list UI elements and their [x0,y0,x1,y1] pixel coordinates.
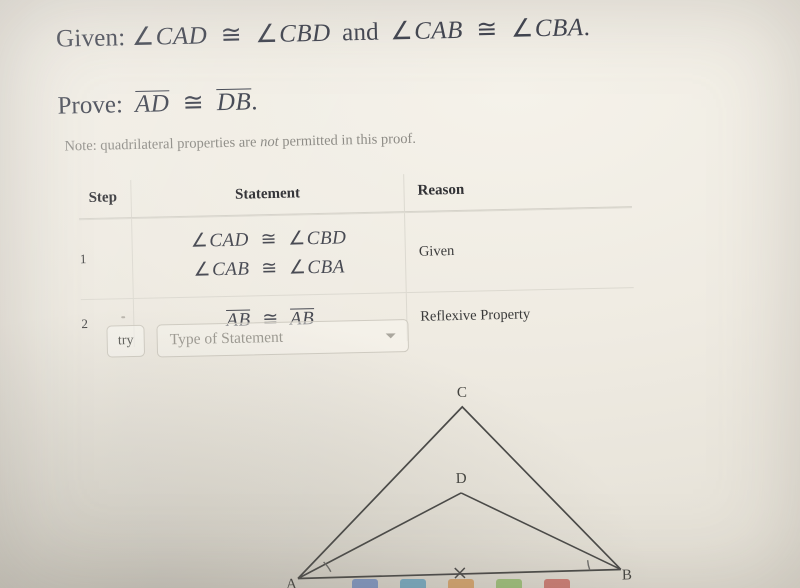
cursor-speck [121,316,126,319]
segment-ad [297,492,462,580]
photographed-screen: Given: CAD ≅ CBD and CAB ≅ CBA. Prove: A… [0,0,800,588]
note-prefix: Note: quadrilateral properties are [64,134,261,155]
angle-mark-b [586,560,591,571]
geometry-figure: C D A B [272,372,676,588]
statement-angle-cba: CBA [289,257,345,279]
given-statement: Given: CAD ≅ CBD and CAB ≅ CBA. [56,12,591,54]
prove-label: Prove: [57,91,124,120]
statement-cell: CAD ≅ CBD CAB ≅ CBA [132,213,406,298]
column-header-reason: Reason [417,181,465,199]
triangle-acb-sides [297,405,622,580]
vertex-label-c: C [456,384,468,401]
taskbar-dock [0,579,800,588]
statement-angle-cab: CAB [193,259,249,281]
statement-type-placeholder: Type of Statement [169,328,284,349]
statement-congruent-symbol-2: ≅ [261,258,278,280]
statement-congruent-symbol: ≅ [260,228,277,251]
prove-segment-1: AD [134,90,170,119]
green-app-icon[interactable] [496,579,522,588]
prove-congruent-symbol: ≅ [182,89,204,117]
given-period: . [583,14,591,42]
triangle-diagram [297,405,622,580]
given-congruent-symbol-1: ≅ [220,21,243,50]
note-suffix: permitted in this proof. [278,130,417,150]
proof-note: Note: quadrilateral properties are not p… [64,131,416,156]
note-emphasis: not [259,133,279,151]
prove-segment-2: DB [216,88,252,117]
given-angle-2: CBD [255,20,331,49]
step-number: 1 [79,251,87,267]
column-header-step: Step [88,189,118,206]
orange-app-icon[interactable] [448,579,474,588]
given-angle-3: CAB [390,17,463,46]
given-angle-4: CBA [511,14,584,43]
red-app-icon[interactable] [544,579,570,588]
given-angle-1: CAD [132,22,208,51]
given-label: Given: [55,24,126,53]
page-content: Given: CAD ≅ CBD and CAB ≅ CBA. Prove: A… [0,0,800,588]
reason-cell: Given [418,242,455,260]
vertex-label-d: D [455,470,467,488]
chevron-down-icon [385,333,396,339]
prove-period: . [250,88,258,116]
midpoint-x-mark [454,567,466,579]
statement-angle-cbd: CBD [288,227,346,249]
segment-db [460,492,622,571]
given-congruent-symbol-2: ≅ [476,16,498,44]
try-button[interactable]: try [106,324,146,358]
screen-surface: Given: CAD ≅ CBD and CAB ≅ CBA. Prove: A… [0,0,800,588]
teal-app-icon[interactable] [400,579,426,588]
column-header-statement: Statement [234,185,301,203]
statement-line-2: CAB ≅ CBA [133,252,406,287]
prove-statement: Prove: AD ≅ DB. [57,86,257,120]
blue-app-icon[interactable] [352,579,378,588]
statement-angle-cad: CAD [191,230,249,252]
table-row[interactable]: 1 CAD ≅ CBD CAB ≅ CBA [79,207,634,300]
given-conjunction: and [341,18,380,47]
statement-type-select[interactable]: Type of Statement [156,318,410,358]
